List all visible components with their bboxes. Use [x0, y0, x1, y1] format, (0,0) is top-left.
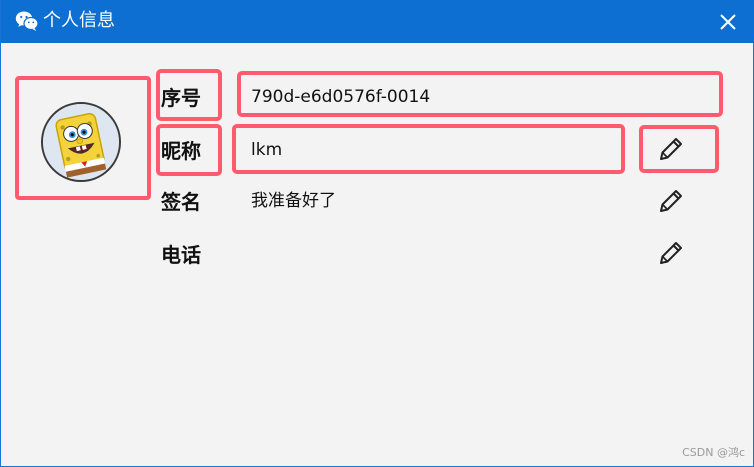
phone-label: 电话 [161, 243, 201, 267]
nickname-label: 昵称 [161, 139, 201, 163]
id-value: 790d-e6d0576f-0014 [251, 87, 431, 107]
value-highlight-nickname [232, 124, 625, 174]
signature-label: 签名 [161, 190, 201, 214]
avatar[interactable] [41, 102, 121, 182]
close-icon[interactable] [715, 9, 741, 35]
title-bar: 个人信息 [1, 0, 754, 43]
pencil-icon[interactable] [656, 186, 686, 216]
nickname-value[interactable]: lkm [251, 138, 282, 162]
signature-value[interactable]: 我准备好了 [251, 189, 336, 213]
watermark: CSDN @鸿c [682, 446, 745, 459]
window-title: 个人信息 [43, 10, 115, 31]
spongebob-avatar [43, 104, 119, 180]
pencil-icon[interactable] [656, 134, 686, 164]
wechat-icon [15, 11, 39, 31]
profile-window: 个人信息 序号 790d-e6d0576f-0014 昵称 lkm 签名 我准备… [0, 0, 754, 467]
id-label: 序号 [161, 86, 201, 110]
pencil-icon[interactable] [656, 238, 686, 268]
